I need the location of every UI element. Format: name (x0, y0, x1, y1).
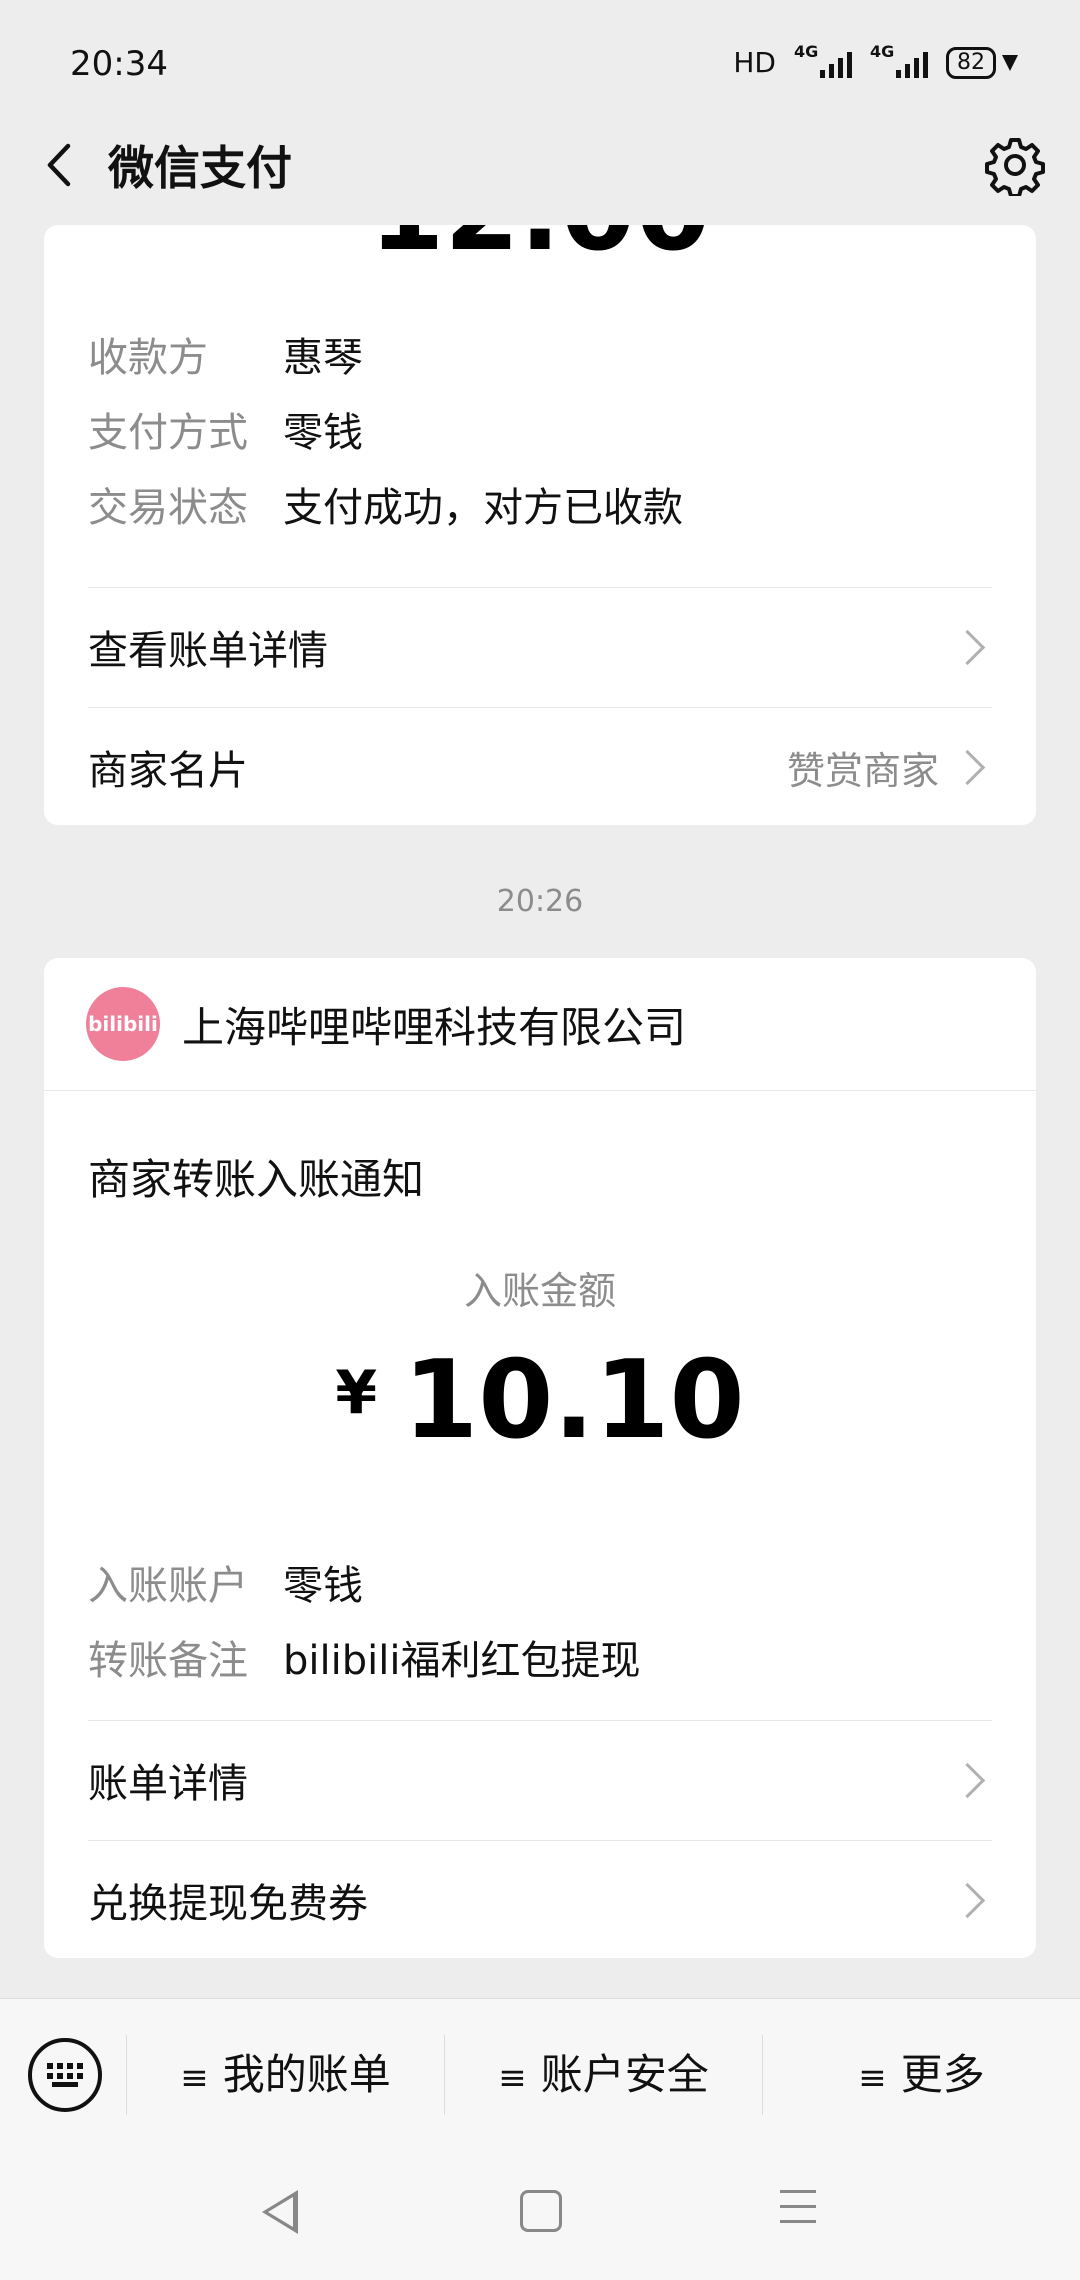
nav-home-icon[interactable] (520, 2190, 562, 2232)
amount-value: 10.10 (403, 1338, 745, 1463)
merchant-name: 上海哔哩哔哩科技有限公司 (182, 1002, 687, 1052)
menu-list-icon: ≡ (858, 2058, 887, 2098)
merchant-card-row[interactable]: 商家名片 赞赏商家 (88, 707, 992, 825)
settings-gear-icon[interactable] (984, 134, 1046, 196)
chevron-right-icon (949, 1882, 986, 1918)
back-arrow-icon[interactable] (36, 140, 86, 190)
battery-icon: 82 (946, 46, 1018, 79)
redeem-coupon-row[interactable]: 兑换提现免费券 (88, 1840, 992, 1959)
amount-display: ¥10.10 (44, 1338, 1036, 1463)
merchant-header[interactable]: bilibili 上海哔哩哔哩科技有限公司 (44, 958, 1036, 1091)
bottom-menu-bar: ≡ 我的账单 ≡ 账户安全 ≡ 更多 (0, 1998, 1080, 2151)
transfer-notice-card: bilibili 上海哔哩哔哩科技有限公司 商家转账入账通知 入账金额 ¥10.… (44, 958, 1036, 1958)
chevron-right-icon (949, 749, 986, 785)
signal-sim1-icon: 4G (794, 42, 852, 78)
charging-icon (1002, 54, 1018, 71)
info-row-account: 入账账户 零钱 (88, 1563, 363, 1609)
keyboard-toggle-icon[interactable] (28, 2038, 102, 2112)
nav-back-icon[interactable] (262, 2190, 298, 2234)
status-time: 20:34 (70, 44, 168, 84)
payment-amount-partial: 12.00 (44, 225, 1036, 275)
info-row-remark: 转账备注 bilibili福利红包提现 (88, 1638, 641, 1684)
reward-merchant-link[interactable]: 赞赏商家 (787, 740, 939, 795)
header-bar: 微信支付 (0, 110, 1080, 220)
menu-account-security[interactable]: ≡ 账户安全 (444, 2035, 762, 2115)
bilibili-logo: bilibili (86, 987, 160, 1061)
battery-level: 82 (946, 46, 996, 79)
status-icons: HD 4G 4G 82 (733, 42, 1018, 79)
info-row-payment-method: 支付方式 零钱 (88, 410, 363, 456)
hd-indicator: HD (733, 46, 776, 79)
bill-details-row[interactable]: 账单详情 (88, 1720, 992, 1839)
nav-recents-icon[interactable] (780, 2190, 816, 2235)
menu-list-icon: ≡ (498, 2058, 527, 2098)
chevron-right-icon (949, 1762, 986, 1798)
menu-more[interactable]: ≡ 更多 (762, 2035, 1080, 2115)
payment-card: 12.00 收款方 惠琴 支付方式 零钱 交易状态 支付成功，对方已收款 查看账… (44, 225, 1036, 825)
system-nav-bar (0, 2150, 1080, 2280)
message-timestamp: 20:26 (496, 884, 584, 919)
page-title: 微信支付 (108, 141, 292, 195)
info-row-payee: 收款方 惠琴 (88, 335, 363, 381)
view-bill-details-row[interactable]: 查看账单详情 (88, 587, 992, 706)
amount-label: 入账金额 (463, 1269, 616, 1313)
currency-symbol: ¥ (335, 1358, 378, 1428)
menu-list-icon: ≡ (180, 2058, 209, 2098)
notice-title: 商家转账入账通知 (88, 1155, 425, 1204)
menu-my-bills[interactable]: ≡ 我的账单 (126, 2035, 444, 2115)
signal-sim2-icon: 4G (870, 42, 928, 78)
info-row-status: 交易状态 支付成功，对方已收款 (88, 485, 683, 531)
chevron-right-icon (949, 629, 986, 665)
